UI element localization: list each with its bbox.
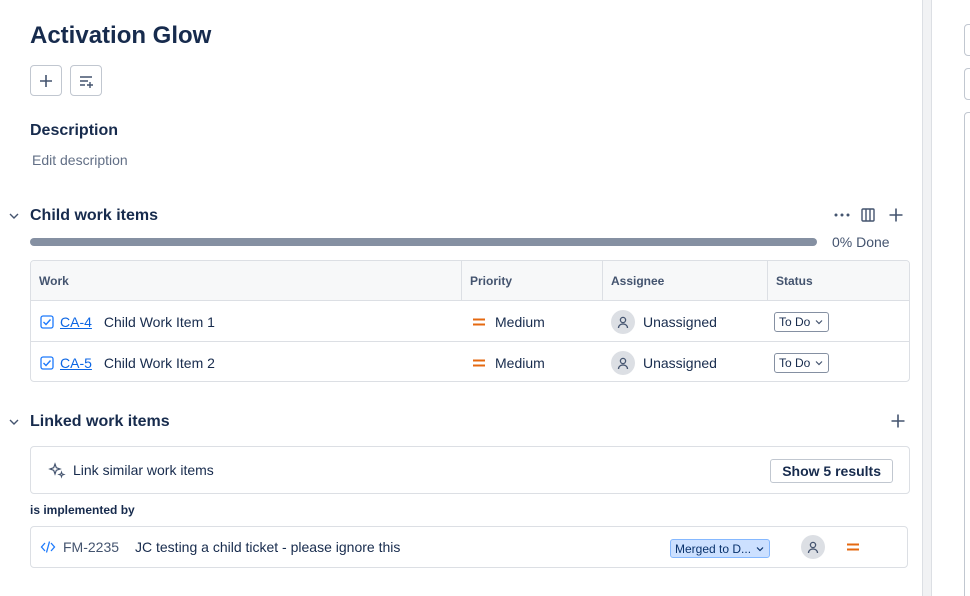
chevron-down-icon bbox=[756, 546, 764, 551]
assignee-cell[interactable]: Unassigned bbox=[611, 343, 717, 381]
column-status[interactable]: Status bbox=[768, 261, 909, 301]
linked-items-header[interactable]: Linked work items bbox=[8, 413, 170, 431]
column-priority[interactable]: Priority bbox=[462, 261, 603, 301]
panel-resize-handle[interactable] bbox=[922, 0, 932, 596]
side-panel-button[interactable] bbox=[964, 24, 970, 56]
chevron-down-icon bbox=[9, 213, 19, 219]
child-items-progress-bar bbox=[30, 238, 817, 246]
chevron-down-icon bbox=[9, 419, 19, 425]
avatar bbox=[611, 310, 635, 334]
linked-status-label: Merged to D... bbox=[675, 541, 752, 556]
priority-medium-icon[interactable] bbox=[845, 539, 861, 555]
chevron-down-icon bbox=[815, 361, 823, 366]
child-items-header[interactable]: Child work items bbox=[8, 207, 158, 225]
add-button[interactable] bbox=[30, 65, 62, 96]
child-items-actions bbox=[832, 207, 904, 223]
task-checkbox-icon bbox=[40, 315, 54, 329]
user-icon bbox=[617, 316, 629, 329]
work-cell: CA-4 Child Work Item 1 bbox=[40, 302, 215, 342]
apply-template-button[interactable] bbox=[70, 65, 102, 96]
linked-items-actions bbox=[890, 413, 906, 429]
status-dropdown[interactable]: To Do bbox=[774, 353, 830, 373]
more-icon[interactable] bbox=[832, 207, 852, 223]
priority-cell[interactable]: Medium bbox=[471, 302, 545, 342]
priority-cell[interactable]: Medium bbox=[471, 343, 545, 381]
user-icon bbox=[617, 357, 629, 370]
issue-summary[interactable]: Child Work Item 1 bbox=[104, 314, 215, 330]
linked-issue-key[interactable]: FM-2235 bbox=[63, 539, 119, 555]
status-label: To Do bbox=[779, 315, 811, 329]
description-edit-field[interactable]: Edit description bbox=[32, 152, 128, 168]
child-items-title: Child work items bbox=[30, 207, 159, 224]
linked-status-dropdown[interactable]: Merged to D... bbox=[670, 539, 771, 558]
link-similar-text: Link similar work items bbox=[73, 462, 214, 478]
column-assignee[interactable]: Assignee bbox=[603, 261, 768, 301]
columns-icon[interactable] bbox=[860, 207, 876, 223]
issue-main-panel: Activation Glow Description Edit descrip… bbox=[0, 0, 922, 596]
similar-items-suggestion: Link similar work items Show 5 results bbox=[30, 446, 910, 494]
table-row[interactable]: CA-4 Child Work Item 1 Medium Unassigned… bbox=[31, 302, 909, 342]
assignee-name: Unassigned bbox=[643, 314, 717, 330]
issue-summary[interactable]: Child Work Item 2 bbox=[104, 355, 215, 371]
status-cell: To Do bbox=[774, 343, 830, 381]
avatar[interactable] bbox=[801, 535, 825, 559]
issue-key-link[interactable]: CA-4 bbox=[60, 314, 92, 330]
assignee-cell[interactable]: Unassigned bbox=[611, 302, 717, 342]
linked-issue-summary[interactable]: JC testing a child ticket - please ignor… bbox=[135, 539, 400, 555]
status-dropdown[interactable]: To Do bbox=[774, 312, 830, 332]
table-header: Work Priority Assignee Status bbox=[31, 261, 909, 301]
priority-label: Medium bbox=[495, 314, 545, 330]
status-label: To Do bbox=[779, 356, 811, 370]
chevron-down-icon bbox=[815, 320, 823, 325]
list-sparkle-icon bbox=[80, 75, 93, 88]
side-panel-card bbox=[964, 112, 970, 596]
user-icon bbox=[807, 541, 819, 554]
avatar bbox=[611, 351, 635, 375]
relation-label: is implemented by bbox=[30, 503, 135, 517]
issue-key-link[interactable]: CA-5 bbox=[60, 355, 92, 371]
details-side-panel bbox=[932, 0, 970, 596]
assignee-name: Unassigned bbox=[643, 355, 717, 371]
priority-medium-icon bbox=[473, 318, 485, 326]
child-items-table: Work Priority Assignee Status CA-4 Child… bbox=[30, 260, 910, 382]
description-heading: Description bbox=[30, 122, 119, 139]
code-icon bbox=[40, 541, 56, 553]
side-panel-button[interactable] bbox=[964, 68, 970, 100]
priority-label: Medium bbox=[495, 355, 545, 371]
work-cell: CA-5 Child Work Item 2 bbox=[40, 343, 215, 381]
issue-title[interactable]: Activation Glow bbox=[30, 22, 211, 50]
linked-items-title: Linked work items bbox=[30, 413, 170, 430]
plus-icon[interactable] bbox=[888, 207, 904, 223]
column-work[interactable]: Work bbox=[31, 261, 462, 301]
priority-medium-icon bbox=[473, 359, 485, 367]
progress-text: 0% Done bbox=[832, 234, 890, 250]
plus-icon[interactable] bbox=[890, 413, 906, 429]
table-row[interactable]: CA-5 Child Work Item 2 Medium Unassigned… bbox=[31, 343, 909, 381]
plus-icon bbox=[40, 74, 52, 87]
task-checkbox-icon bbox=[40, 356, 54, 370]
sparkle-icon bbox=[48, 462, 66, 479]
linked-item-row[interactable]: FM-2235 JC testing a child ticket - plea… bbox=[30, 526, 908, 568]
status-cell: To Do bbox=[774, 302, 830, 342]
show-results-button[interactable]: Show 5 results bbox=[770, 459, 893, 483]
